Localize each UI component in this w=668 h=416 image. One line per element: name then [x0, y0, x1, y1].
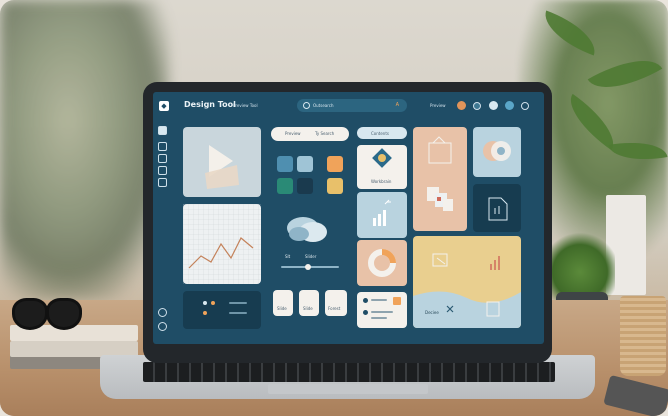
app-topbar: ◆ Design Tool Preview Tool Outsearch A P…	[153, 92, 544, 120]
layers-icon[interactable]	[158, 142, 167, 151]
slider-value: Slt	[285, 254, 291, 259]
color-swatch[interactable]	[297, 178, 313, 194]
list-card[interactable]	[357, 292, 407, 328]
cloud-shapes-icon	[287, 217, 327, 242]
search-icon	[303, 102, 310, 109]
search-placeholder: Outsearch	[313, 103, 334, 108]
shapes-icon[interactable]	[158, 154, 167, 163]
settings-icon[interactable]	[473, 102, 481, 110]
search-bar[interactable]: Outsearch A	[297, 99, 407, 112]
puzzle-icon	[372, 148, 392, 168]
button-forest[interactable]: Forest	[325, 290, 347, 316]
venn-icon	[483, 141, 511, 161]
line-chart-icon	[183, 204, 261, 284]
sidebar	[153, 122, 171, 344]
help-icon[interactable]	[158, 322, 167, 331]
laptop-screen: ◆ Design Tool Preview Tool Outsearch A P…	[153, 92, 544, 344]
button-slide-1[interactable]: Slide	[273, 290, 293, 316]
bar-chart-card[interactable]	[357, 192, 407, 238]
icons-card	[183, 291, 261, 329]
button-slide-2[interactable]: Slide	[299, 290, 319, 316]
donut-icon	[368, 249, 396, 277]
app-sub-label[interactable]: Preview Tool	[233, 103, 258, 108]
chip-label: Preview	[285, 131, 301, 136]
color-swatch[interactable]	[277, 156, 293, 172]
bottom-label: Deciee	[425, 310, 439, 315]
small-plant	[545, 230, 615, 300]
user-icon[interactable]	[489, 101, 498, 110]
app-logo-icon: ◆	[159, 101, 169, 111]
ring-card[interactable]	[357, 240, 407, 286]
history-icon[interactable]	[158, 308, 167, 317]
chip-label: Ty Search	[315, 131, 335, 136]
chip-preview[interactable]: Preview Ty Search	[271, 127, 349, 141]
workbrain-card[interactable]: Workbrain	[357, 145, 407, 189]
peach-document-card[interactable]	[413, 127, 467, 231]
slider-thumb[interactable]	[305, 264, 311, 270]
file-icon	[488, 197, 508, 221]
preview-menu[interactable]: Preview	[430, 103, 446, 108]
laptop-keyboard	[143, 362, 555, 382]
text-icon[interactable]	[158, 178, 167, 187]
file-card[interactable]	[473, 184, 521, 232]
video-card[interactable]	[183, 127, 261, 197]
share-icon[interactable]	[521, 102, 529, 110]
notification-icon[interactable]	[505, 101, 514, 110]
shape-preview[interactable]	[283, 210, 333, 246]
bar-chart-icon	[373, 199, 391, 226]
sand-wave-card[interactable]: Deciee	[413, 236, 521, 328]
color-swatch[interactable]	[277, 178, 293, 194]
documents-icon	[427, 136, 453, 211]
chip-contents[interactable]: Contents	[357, 127, 407, 139]
avatar[interactable]	[457, 101, 466, 110]
slider-text: Slider	[305, 254, 317, 259]
laptop-trackpad	[268, 384, 428, 394]
app-title: Design Tool	[184, 100, 236, 109]
chart-card[interactable]	[183, 204, 261, 284]
play-icon	[205, 145, 239, 189]
color-swatch[interactable]	[297, 156, 313, 172]
color-swatch[interactable]	[327, 156, 343, 172]
image-icon[interactable]	[158, 166, 167, 175]
photo-scene: ◆ Design Tool Preview Tool Outsearch A P…	[0, 0, 668, 416]
circle-chart-card[interactable]	[473, 127, 521, 177]
search-badge: A	[395, 102, 399, 108]
color-swatch[interactable]	[327, 178, 343, 194]
ceramic-cup	[620, 296, 666, 376]
swatch-grid	[271, 150, 349, 210]
home-icon[interactable]	[158, 126, 167, 135]
glasses	[10, 296, 82, 330]
